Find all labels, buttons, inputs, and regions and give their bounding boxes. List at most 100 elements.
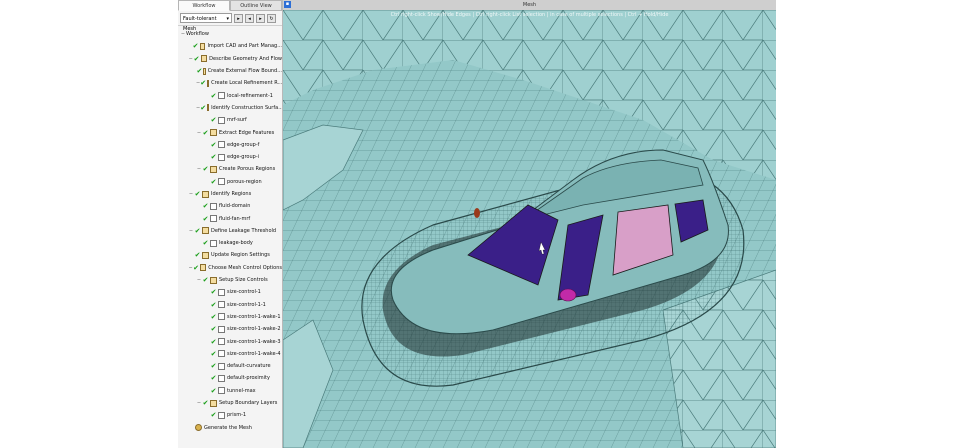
workflow-item[interactable]: ✔ prism-1: [178, 409, 282, 421]
checkmark-icon: ✔: [202, 214, 209, 223]
side-mirror: [559, 288, 577, 302]
workflow-item-label: Setup Boundary Layers: [219, 400, 278, 407]
workflow-item[interactable]: ✔ Import CAD and Part Manag...: [178, 40, 282, 52]
workflow-item-label: default-curvature: [227, 363, 271, 370]
workflow-item-label: size-control-1-wake-4: [227, 350, 281, 357]
workflow-item[interactable]: ✔ tunnel-max: [178, 385, 282, 397]
workflow-toolbar: Fault-tolerant Mesh ▾ ▸ ◂ ▸ ↻: [178, 11, 282, 32]
workflow-item-label: Import CAD and Part Manag...: [207, 43, 282, 50]
workflow-item-label: Identify Regions: [211, 191, 252, 197]
workflow-item[interactable]: − ✔ Identify Construction Surfa...: [178, 102, 282, 114]
checkmark-icon: ✔: [210, 300, 217, 309]
fluent-meshing-window: Workflow Outline View Fault-tolerant Mes…: [178, 0, 776, 448]
task-icon: [200, 55, 208, 63]
workflow-item[interactable]: ✔ size-control-1-wake-3: [178, 335, 282, 347]
object-icon: [218, 362, 225, 370]
task-icon: [207, 104, 210, 112]
workflow-item-label: fluid-domain: [219, 203, 251, 210]
task-icon: [202, 251, 209, 259]
workflow-item[interactable]: ✔ Create External Flow Bound...: [178, 65, 282, 77]
workflow-type-select[interactable]: Fault-tolerant Mesh ▾: [180, 13, 232, 32]
workflow-item[interactable]: Generate the Mesh: [178, 422, 282, 434]
task-icon: [210, 276, 217, 284]
task-icon: [207, 79, 210, 87]
workflow-item[interactable]: − ✔ Extract Edge Features: [178, 126, 282, 138]
task-icon: [202, 227, 209, 235]
workflow-item[interactable]: ✔ mrf-surf: [178, 114, 282, 126]
task-icon: [210, 165, 217, 173]
workflow-item[interactable]: ✔ fluid-domain: [178, 200, 282, 212]
workflow-tree: − Workflow ✔ Import CAD and Part Manag... − ✔…: [178, 26, 282, 434]
checkmark-icon: ✔: [192, 42, 199, 51]
task-icon: [203, 67, 206, 75]
workflow-item-label: size-control-1-wake-1: [227, 313, 281, 320]
graphics-viewport[interactable]: ▪ Mesh Ctrl right-click Show/Hide Edges …: [283, 0, 776, 448]
workflow-item-label: Update Region Settings: [211, 252, 270, 259]
workflow-item[interactable]: − ✔ Describe Geometry And Flow: [178, 53, 282, 65]
workflow-item[interactable]: ✔ leakage-body: [178, 237, 282, 249]
workflow-item[interactable]: ✔ size-control-1-1: [178, 299, 282, 311]
workflow-item-label: Create Porous Regions: [219, 166, 276, 173]
step-forward-icon[interactable]: ▸: [256, 13, 265, 23]
object-icon: [210, 239, 217, 247]
workflow-item-label: size-control-1: [227, 289, 261, 296]
workflow-item-label: size-control-1-wake-2: [227, 326, 281, 333]
workflow-item[interactable]: ✔ local-refinement-1: [178, 89, 282, 101]
object-icon: [218, 350, 225, 358]
workflow-item[interactable]: ✔ size-control-1-wake-2: [178, 323, 282, 335]
checkmark-icon: ✔: [194, 190, 201, 198]
object-icon: [218, 141, 225, 149]
workflow-item[interactable]: ✔ default-proximity: [178, 372, 282, 384]
object-icon: [218, 153, 225, 161]
tab-outline-view[interactable]: Outline View: [230, 0, 282, 11]
workflow-item-label: Create Local Refinement R...: [211, 80, 282, 87]
workflow-item-label: Choose Mesh Control Options: [208, 264, 282, 271]
workflow-item[interactable]: ✔ fluid-fan-mrf: [178, 212, 282, 224]
checkmark-icon: ✔: [210, 91, 217, 100]
workflow-item-label: edge-group-f: [227, 141, 260, 148]
workflow-item[interactable]: − ✔ Identify Regions: [178, 188, 282, 200]
workflow-item-label: mrf-surf: [227, 117, 247, 124]
workflow-item[interactable]: − ✔ Setup Boundary Layers: [178, 397, 282, 409]
workflow-item[interactable]: ✔ default-curvature: [178, 360, 282, 372]
object-icon: [218, 116, 225, 124]
checkmark-icon: ✔: [193, 54, 200, 63]
step-back-icon[interactable]: ◂: [245, 13, 254, 23]
workflow-item-label: Generate the Mesh: [204, 424, 252, 431]
object-icon: [218, 325, 225, 333]
tab-workflow[interactable]: Workflow: [178, 0, 230, 11]
refresh-icon[interactable]: ↻: [267, 13, 276, 23]
checkmark-icon: ✔: [200, 79, 207, 88]
generate-icon: [195, 424, 202, 432]
object-icon: [218, 313, 225, 321]
insert-task-icon[interactable]: ▸: [234, 13, 243, 23]
workflow-item[interactable]: − ✔ Create Porous Regions: [178, 163, 282, 175]
workflow-item[interactable]: ✔ edge-group-i: [178, 151, 282, 163]
workflow-item[interactable]: − ✔ Define Leakage Threshold: [178, 225, 282, 237]
checkmark-icon: ✔: [210, 116, 217, 125]
task-icon: [200, 264, 207, 272]
workflow-item[interactable]: ✔ size-control-1-wake-1: [178, 311, 282, 323]
object-icon: [218, 92, 225, 100]
workflow-item[interactable]: ✔ edge-group-f: [178, 139, 282, 151]
workflow-item[interactable]: ✔ size-control-1: [178, 286, 282, 298]
object-icon: [210, 202, 217, 210]
checkmark-icon: ✔: [202, 202, 209, 211]
checkmark-icon: ✔: [210, 349, 217, 358]
workflow-item[interactable]: ✔ Update Region Settings: [178, 249, 282, 261]
workflow-item[interactable]: − ✔ Create Local Refinement R...: [178, 77, 282, 89]
workflow-item[interactable]: − ✔ Setup Size Controls: [178, 274, 282, 286]
workflow-item[interactable]: ✔ porous-region: [178, 176, 282, 188]
workflow-panel: Workflow Outline View Fault-tolerant Mes…: [178, 0, 283, 448]
object-icon: [218, 338, 225, 346]
viewport-title: Mesh: [522, 2, 537, 8]
mesh-render[interactable]: [283, 10, 776, 448]
checkmark-icon: ✔: [196, 67, 203, 76]
antenna-marker: [474, 208, 480, 218]
viewport-menu-icon[interactable]: ▪: [284, 1, 291, 8]
checkmark-icon: ✔: [202, 128, 209, 137]
checkmark-icon: ✔: [202, 276, 209, 285]
workflow-item-label: porous-region: [227, 178, 262, 185]
workflow-item[interactable]: ✔ size-control-1-wake-4: [178, 348, 282, 360]
workflow-item[interactable]: − ✔ Choose Mesh Control Options: [178, 262, 282, 274]
